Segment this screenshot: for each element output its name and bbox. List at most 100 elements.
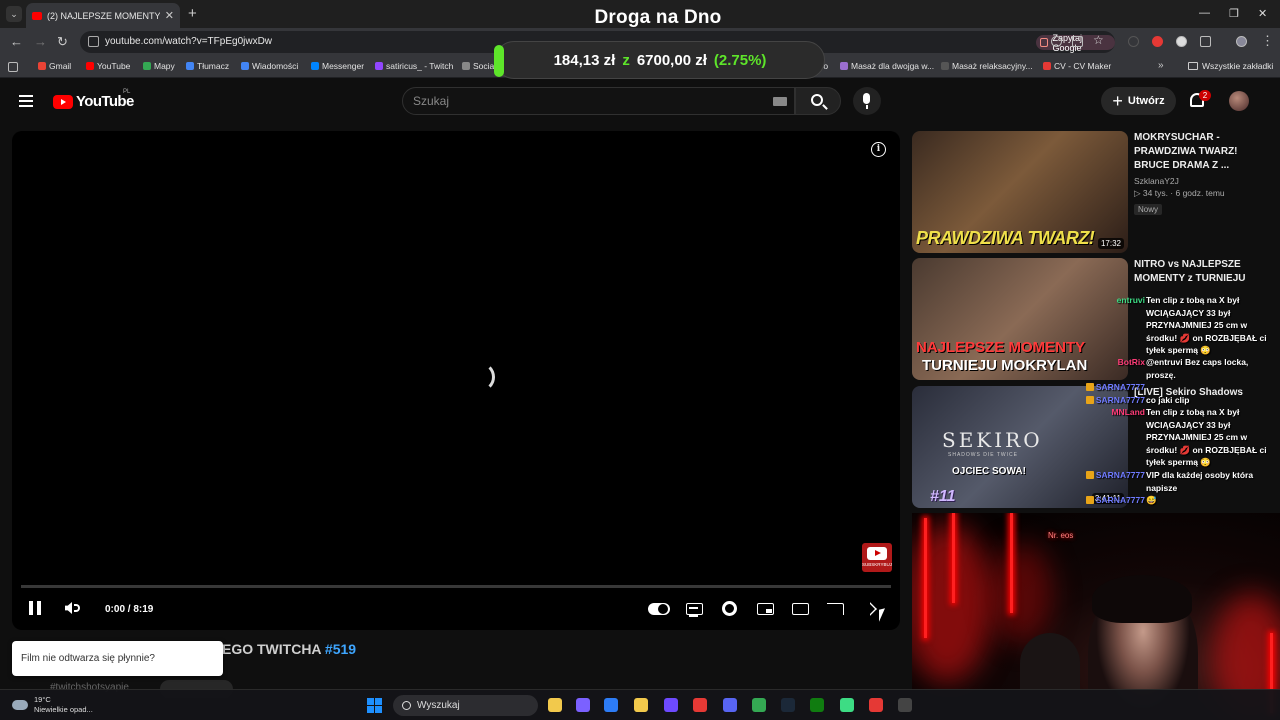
info-icon[interactable]: i: [871, 142, 886, 157]
weather-desc: Niewielkie opad...: [34, 705, 93, 714]
store-icon[interactable]: [604, 698, 618, 712]
donation-current: 184,13 zł: [553, 51, 616, 69]
extension-icon[interactable]: [1128, 36, 1139, 47]
chat-text: co jaki clip: [1146, 395, 1190, 405]
cast-icon[interactable]: [827, 603, 844, 615]
bookmark-label: Masaż relaksacyjny...: [952, 61, 1033, 71]
weather-widget[interactable]: 19°C Niewielkie opad...: [12, 695, 93, 715]
fullscreen-icon[interactable]: [863, 602, 877, 616]
chrome-icon[interactable]: [752, 698, 766, 712]
chat-username-text: MNLand: [1111, 407, 1145, 417]
maximize-icon[interactable]: ❐: [1229, 7, 1239, 20]
bookmark-item[interactable]: YouTube: [86, 61, 130, 71]
bookmark-item[interactable]: Messenger: [311, 61, 364, 71]
recommendation-meta[interactable]: MOKRYSUCHAR - PRAWDZIWA TWARZ! BRUCE DRA…: [1134, 131, 1264, 217]
subtitles-icon[interactable]: [686, 603, 703, 617]
search-button[interactable]: [795, 87, 841, 115]
reload-icon[interactable]: ↻: [57, 34, 68, 50]
donation-progress-bar: [494, 45, 504, 77]
recommendation-channel[interactable]: SzklanaY2J: [1134, 176, 1264, 186]
all-bookmarks-button[interactable]: Wszystkie zakładki: [1188, 61, 1273, 71]
bookmark-favicon-icon: [86, 62, 94, 70]
windows-start-icon[interactable]: [367, 698, 382, 713]
url-text[interactable]: youtube.com/watch?v=TFpEg0jwxDw: [105, 36, 272, 47]
discord-icon[interactable]: [723, 698, 737, 712]
app-dark-icon[interactable]: [898, 698, 912, 712]
apps-grid-icon[interactable]: [8, 62, 18, 72]
bookmark-item[interactable]: Masaż relaksacyjny...: [941, 61, 1033, 71]
keyboard-icon[interactable]: [773, 97, 787, 106]
screenshot-icon[interactable]: [1072, 36, 1083, 47]
copilot-icon[interactable]: [576, 698, 590, 712]
extension-red-icon[interactable]: [1152, 36, 1163, 47]
menu-hamburger-icon[interactable]: [19, 95, 33, 107]
video-player[interactable]: i SUBSKRYBUJ 0:00 / 8:19: [12, 131, 900, 630]
search-input[interactable]: [413, 93, 753, 109]
bookmark-item[interactable]: satiricus_ - Twitch: [375, 61, 453, 71]
bookmark-item[interactable]: Gmail: [38, 61, 71, 71]
recommendation-meta[interactable]: NITRO vs NAJLEPSZE MOMENTY z TURNIEJU: [1134, 258, 1264, 286]
file-explorer-icon[interactable]: [548, 698, 562, 712]
notification-count-badge: 2: [1199, 90, 1211, 101]
thumbnail-caption-top: NAJLEPSZE MOMENTY: [916, 339, 1086, 356]
pause-icon[interactable]: [29, 601, 41, 615]
progress-bar[interactable]: [21, 585, 891, 588]
chat-username: BotRix: [1118, 356, 1145, 369]
android-icon[interactable]: [840, 698, 854, 712]
recommendation-title[interactable]: NITRO vs NAJLEPSZE MOMENTY z TURNIEJU: [1134, 258, 1264, 286]
settings-gear-icon[interactable]: [722, 601, 737, 616]
neon-sign: Nr. eos: [1048, 531, 1074, 540]
avatar[interactable]: [1229, 91, 1249, 111]
volume-icon[interactable]: [65, 602, 72, 614]
red-light-glow: [992, 543, 1052, 643]
chat-username: SARNA7777: [1085, 394, 1145, 407]
minimize-icon[interactable]: —: [1199, 7, 1210, 19]
miniplayer-icon[interactable]: [757, 603, 774, 615]
recommendation-thumbnail[interactable]: PRAWDZIWA TWARZ! 17:32: [912, 131, 1128, 253]
video-title: EGO TWITCHA #519: [222, 641, 356, 657]
bookmark-item[interactable]: Masaż dla dwojga w...: [840, 61, 934, 71]
folder-icon[interactable]: [634, 698, 648, 712]
led-strip: [924, 518, 927, 638]
playback-toast[interactable]: Film nie odtwarza się płynnie?: [12, 641, 223, 676]
bookmark-item[interactable]: CV - CV Maker: [1043, 61, 1111, 71]
chat-text: Ten clip z tobą na X był WCIĄGAJĄCY 33 b…: [1146, 407, 1267, 467]
proton-icon[interactable]: [664, 698, 678, 712]
bookmark-item[interactable]: Wiadomości: [241, 61, 298, 71]
chat-text: @entruvi Bez caps locka, proszę.: [1146, 357, 1249, 380]
autoplay-toggle[interactable]: [648, 603, 670, 615]
more-bookmarks-icon[interactable]: »: [1158, 60, 1164, 71]
donation-goal: 6700,00 zł: [636, 51, 707, 69]
steam-icon[interactable]: [781, 698, 795, 712]
bookmark-star-icon[interactable]: ☆: [1093, 33, 1104, 47]
bookmark-item[interactable]: Tłumacz: [186, 61, 229, 71]
youtube-logo[interactable]: YouTube PL: [53, 89, 134, 110]
bookmark-item[interactable]: Mapy: [143, 61, 175, 71]
xbox-icon[interactable]: [810, 698, 824, 712]
zoom-icon[interactable]: [1051, 36, 1062, 47]
create-button[interactable]: + Utwórz: [1101, 87, 1176, 115]
streamer-hair: [1092, 575, 1192, 623]
cloud-rain-icon: [12, 700, 28, 710]
extensions-puzzle-icon[interactable]: [1200, 36, 1211, 47]
chat-text: Ten clip z tobą na X był WCIĄGAJĄCY 33 b…: [1146, 295, 1267, 355]
youtube-subscribe-icon: [867, 547, 887, 560]
profile-icon[interactable]: [1236, 36, 1247, 47]
video-title-hashtag[interactable]: #519: [325, 641, 356, 657]
browser-menu-icon[interactable]: ⋮: [1261, 33, 1274, 49]
taskbar-search[interactable]: Wyszukaj: [393, 695, 538, 716]
forward-icon[interactable]: →: [34, 34, 47, 49]
site-info-icon[interactable]: [88, 36, 99, 47]
extension-white-icon[interactable]: [1176, 36, 1187, 47]
search-box[interactable]: [402, 87, 795, 115]
recommendation-title[interactable]: MOKRYSUCHAR - PRAWDZIWA TWARZ! BRUCE DRA…: [1134, 131, 1264, 173]
donation-separator: z: [622, 51, 630, 69]
back-icon[interactable]: ←: [10, 34, 23, 49]
voice-search-mic-icon[interactable]: [853, 87, 881, 115]
close-window-icon[interactable]: ✕: [1258, 7, 1267, 20]
theater-mode-icon[interactable]: [792, 603, 809, 615]
thumbnail-caption: PRAWDZIWA TWARZ!: [916, 228, 1095, 248]
subscribe-watermark[interactable]: SUBSKRYBUJ: [862, 543, 892, 572]
app-red-icon[interactable]: [869, 698, 883, 712]
app-l-icon[interactable]: [693, 698, 707, 712]
